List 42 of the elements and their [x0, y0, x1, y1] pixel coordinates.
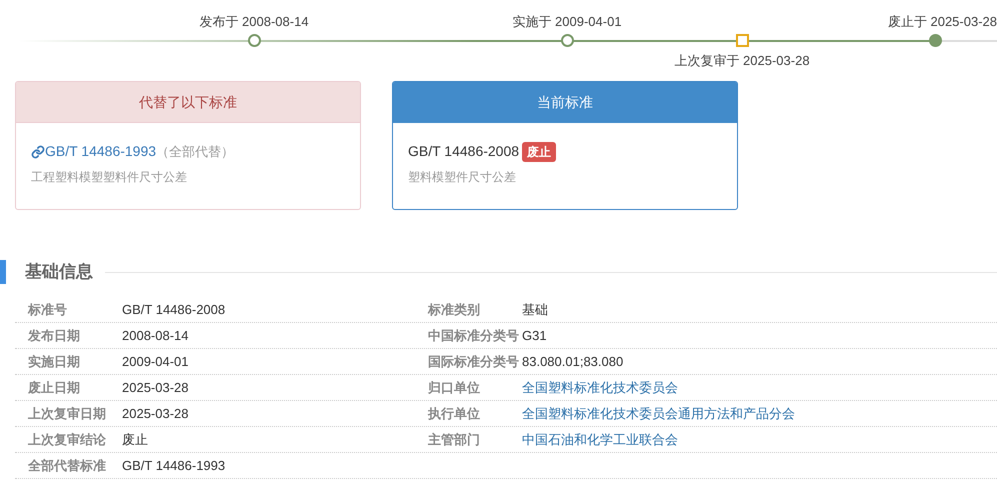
field-label: 中国标准分类号: [427, 326, 520, 345]
field-label: 主管部门: [427, 430, 481, 449]
section-title: 基础信息: [25, 261, 93, 284]
link-icon: [31, 144, 45, 158]
field-label: 上次复审结论: [27, 430, 107, 449]
value-text: GB/T 14486-2008: [122, 300, 226, 319]
value-text: 2009-04-01: [122, 352, 188, 371]
field-label: 执行单位: [426, 404, 481, 423]
field-label: 实施日期: [27, 352, 81, 371]
field-label: 发布日期: [26, 326, 81, 345]
review-marker: [736, 34, 749, 47]
timeline-label: 废止于 2025-03-28: [888, 13, 997, 31]
card-header: 当前标准: [393, 82, 737, 123]
timeline-label: 发布于 2008-08-14: [199, 13, 309, 31]
value-link[interactable]: 全国塑料标准化技术委员会: [522, 378, 678, 398]
value-text: 2008-08-14: [122, 326, 188, 345]
standard-code: GB/T 14486-2008: [408, 142, 520, 161]
card-header: 代替了以下标准: [16, 82, 360, 123]
value-text: GB/T 14486-1993: [122, 456, 226, 475]
field-label: 归口单位: [427, 378, 481, 397]
value-text: 基础: [522, 300, 548, 319]
section-accent-bar: [0, 260, 6, 284]
timeline-label: 上次复审于 2025-03-28: [674, 52, 810, 70]
replace-note: （全部代替）: [156, 142, 234, 161]
standard-link[interactable]: GB/T 14486-1993: [31, 141, 156, 162]
value-text: 2025-03-28: [122, 404, 188, 423]
field-label: 标准号: [26, 300, 68, 319]
status-badge: 废止: [522, 142, 556, 162]
value-text: 83.080.01;83.080: [522, 352, 624, 371]
timeline-label: 实施于 2009-04-01: [512, 13, 622, 31]
value-text: G31: [522, 326, 547, 345]
field-label: 全部代替标准: [27, 456, 107, 475]
value-text: 废止: [122, 430, 148, 449]
field-label: 标准类别: [426, 300, 481, 319]
field-label: 上次复审日期: [27, 404, 107, 423]
standard-name: 塑料模塑件尺寸公差: [408, 169, 517, 186]
field-label: 废止日期: [27, 378, 81, 397]
value-link[interactable]: 全国塑料标准化技术委员会通用方法和产品分会: [522, 404, 795, 424]
value-link[interactable]: 中国石油和化学工业联合会: [522, 430, 678, 450]
value-text: 2025-03-28: [122, 378, 188, 397]
standard-name: 工程塑料模塑塑料件尺寸公差: [31, 169, 188, 186]
field-label: 国际标准分类号: [427, 352, 520, 371]
